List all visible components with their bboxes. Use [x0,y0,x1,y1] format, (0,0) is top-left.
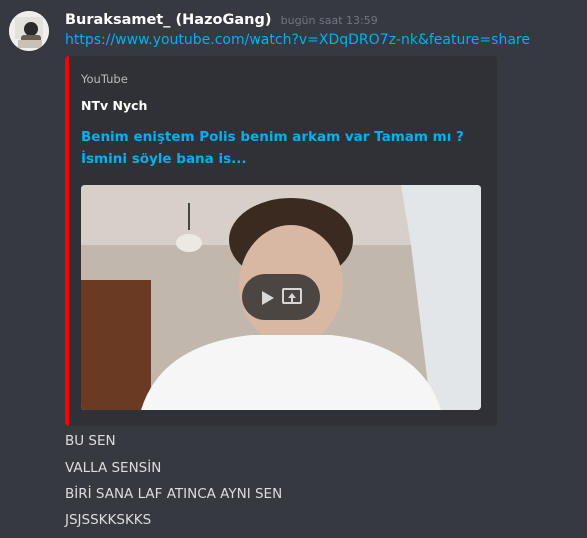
avatar[interactable] [9,11,49,51]
embed-provider: YouTube [81,72,128,86]
message-line: BİRİ SANA LAF ATINCA AYNI SEN [65,486,283,502]
link-embed: YouTube NTv Nych Benim eniştem Polis ben… [65,56,497,426]
username[interactable]: Buraksamet_ (HazoGang) [65,12,272,28]
avatar-image [9,11,49,51]
video-controls [242,274,320,320]
message-line: JSJSSKKSKKS [65,512,152,528]
timestamp: bugün saat 13:59 [280,14,378,27]
chat-message: Buraksamet_ (HazoGang) bugün saat 13:59 … [0,0,587,538]
message-line: BU SEN [65,433,116,449]
embed-author[interactable]: NTv Nych [81,98,147,113]
message-line: VALLA SENSİN [65,460,162,476]
message-link[interactable]: https://www.youtube.com/watch?v=XDqDRO7z… [65,32,530,48]
message-header: Buraksamet_ (HazoGang) bugün saat 13:59 [65,9,378,28]
embed-title[interactable]: Benim eniştem Polis benim arkam var Tama… [81,126,481,170]
video-thumbnail[interactable] [81,185,481,410]
play-icon[interactable] [262,290,274,309]
external-link-icon[interactable] [282,288,302,310]
